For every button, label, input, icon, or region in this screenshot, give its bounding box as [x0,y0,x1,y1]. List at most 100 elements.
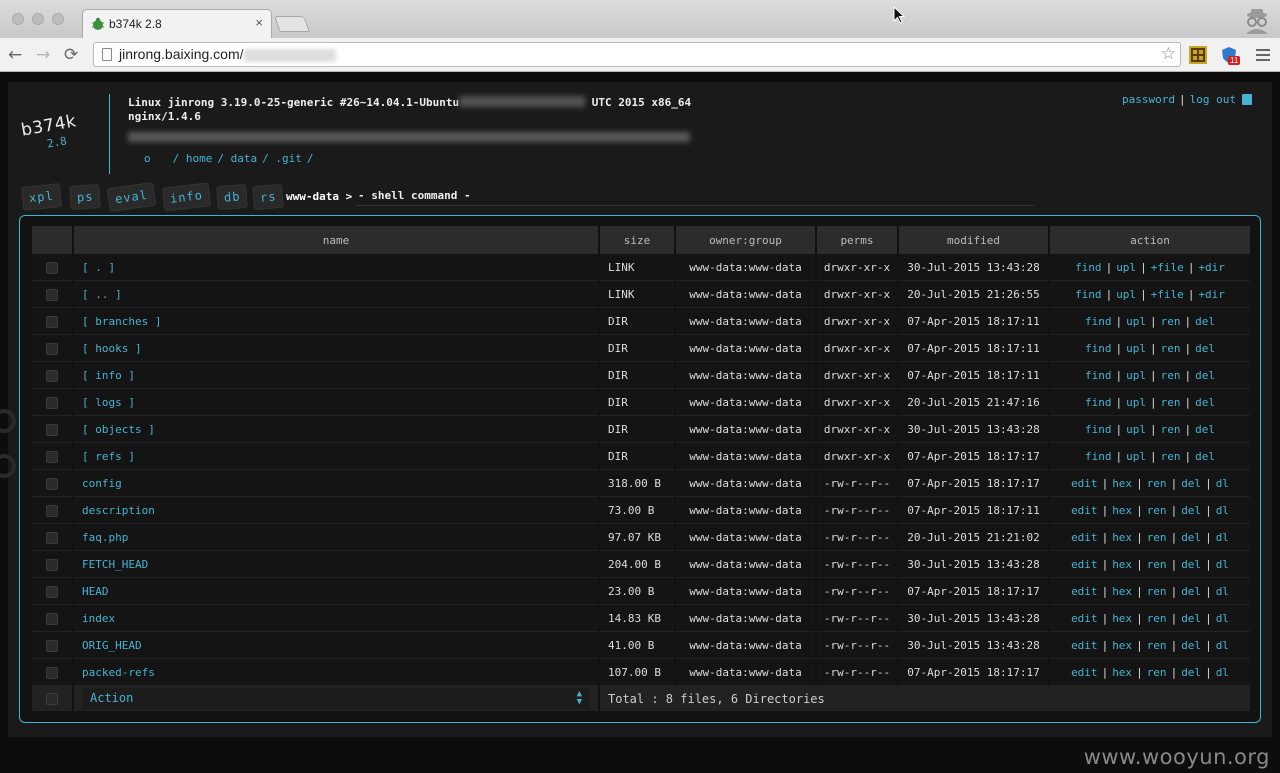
row-checkbox[interactable] [46,288,58,301]
shell-command-input[interactable]: - shell command - [356,186,1034,206]
action-link-edit[interactable]: edit [1071,666,1098,679]
action-link-edit[interactable]: edit [1071,612,1098,625]
action-link-edit[interactable]: edit [1071,477,1098,490]
action-link-add-file[interactable]: +file [1151,288,1184,301]
file-name-link[interactable]: HEAD [82,585,109,598]
action-link-del[interactable]: del [1181,531,1201,544]
action-link-upl[interactable]: upl [1116,261,1136,274]
action-link-del[interactable]: del [1181,666,1201,679]
action-link-ren[interactable]: ren [1147,504,1167,517]
action-link-del[interactable]: del [1181,612,1201,625]
action-link-edit[interactable]: edit [1071,504,1098,517]
action-link-hex[interactable]: hex [1112,639,1132,652]
action-link-del[interactable]: del [1181,585,1201,598]
row-checkbox[interactable] [46,477,58,490]
path-segment-root[interactable]: / [307,152,314,165]
file-name-link[interactable]: packed-refs [82,666,155,679]
action-link-del[interactable]: del [1195,342,1215,355]
action-link-find[interactable]: find [1075,288,1102,301]
file-name-link[interactable]: [ hooks ] [82,342,142,355]
file-name-link[interactable]: [ logs ] [82,396,135,409]
action-link-hex[interactable]: hex [1112,504,1132,517]
action-link-dl[interactable]: dl [1216,639,1229,652]
row-checkbox[interactable] [46,261,58,274]
action-link-find[interactable]: find [1085,369,1112,382]
extension-grid-icon[interactable] [1189,46,1207,64]
shield-extension-button[interactable]: 11 [1220,46,1241,65]
reload-icon[interactable]: ⟳ [64,45,78,65]
action-link-hex[interactable]: hex [1112,585,1132,598]
action-link-upl[interactable]: upl [1126,423,1146,436]
action-link-ren[interactable]: ren [1147,558,1167,571]
action-link-ren[interactable]: ren [1147,612,1167,625]
close-window-button[interactable] [12,13,24,25]
row-checkbox[interactable] [46,396,58,409]
browser-menu-icon[interactable] [1256,46,1270,64]
path-drive[interactable]: o [144,152,151,165]
header-modified[interactable]: modified [899,226,1048,254]
action-link-hex[interactable]: hex [1112,666,1132,679]
action-link-upl[interactable]: upl [1126,450,1146,463]
action-link-del[interactable]: del [1181,558,1201,571]
tab-eval[interactable]: eval [106,181,157,213]
action-link-find[interactable]: find [1085,315,1112,328]
action-link-del[interactable]: del [1181,477,1201,490]
file-name-link[interactable]: [ branches ] [82,315,161,328]
action-link-ren[interactable]: ren [1147,531,1167,544]
action-link-ren[interactable]: ren [1147,639,1167,652]
action-link-del[interactable]: del [1181,639,1201,652]
header-perms[interactable]: perms [817,226,897,254]
file-name-link[interactable]: config [82,477,122,490]
header-name[interactable]: name [74,226,598,254]
row-checkbox[interactable] [46,612,58,625]
action-link-ren[interactable]: ren [1147,477,1167,490]
action-link-del[interactable]: del [1181,504,1201,517]
action-link-find[interactable]: find [1085,450,1112,463]
file-name-link[interactable]: [ . ] [82,261,115,274]
action-link-del[interactable]: del [1195,450,1215,463]
action-link-find[interactable]: find [1085,423,1112,436]
action-link-del[interactable]: del [1195,396,1215,409]
tab-db[interactable]: db [216,183,249,211]
action-link-ren[interactable]: ren [1161,315,1181,328]
row-checkbox[interactable] [46,342,58,355]
action-link-upl[interactable]: upl [1126,315,1146,328]
browser-tab[interactable]: b374k 2.8 × [82,9,272,38]
action-link-add-dir[interactable]: +dir [1198,261,1225,274]
row-checkbox[interactable] [46,369,58,382]
file-name-link[interactable]: FETCH_HEAD [82,558,148,571]
action-link-edit[interactable]: edit [1071,558,1098,571]
action-link-ren[interactable]: ren [1147,666,1167,679]
password-link[interactable]: password [1122,93,1175,106]
action-link-ren[interactable]: ren [1161,342,1181,355]
action-link-ren[interactable]: ren [1161,450,1181,463]
row-checkbox[interactable] [46,639,58,652]
action-link-dl[interactable]: dl [1216,558,1229,571]
action-link-dl[interactable]: dl [1216,585,1229,598]
header-owner[interactable]: owner:group [676,226,815,254]
action-link-dl[interactable]: dl [1216,477,1229,490]
row-checkbox[interactable] [46,423,58,436]
logout-link[interactable]: log out [1190,93,1236,106]
bookmark-star-icon[interactable]: ☆ [1161,44,1176,64]
footer-checkbox[interactable] [46,693,58,705]
action-link-edit[interactable]: edit [1071,531,1098,544]
file-name-link[interactable]: description [82,504,155,517]
tab-xpl[interactable]: xpl [20,183,62,211]
action-link-hex[interactable]: hex [1112,612,1132,625]
settings-square-icon[interactable] [1242,94,1252,105]
file-name-link[interactable]: faq.php [82,531,128,544]
action-link-add-file[interactable]: +file [1151,261,1184,274]
file-name-link[interactable]: [ info ] [82,369,135,382]
action-link-hex[interactable]: hex [1112,477,1132,490]
file-name-link[interactable]: [ objects ] [82,423,155,436]
tab-info[interactable]: info [161,182,212,212]
action-link-upl[interactable]: upl [1116,288,1136,301]
row-checkbox[interactable] [46,585,58,598]
action-link-find[interactable]: find [1085,342,1112,355]
action-link-del[interactable]: del [1195,369,1215,382]
file-name-link[interactable]: [ .. ] [82,288,122,301]
action-link-edit[interactable]: edit [1071,639,1098,652]
file-name-link[interactable]: [ refs ] [82,450,135,463]
action-link-find[interactable]: find [1085,396,1112,409]
